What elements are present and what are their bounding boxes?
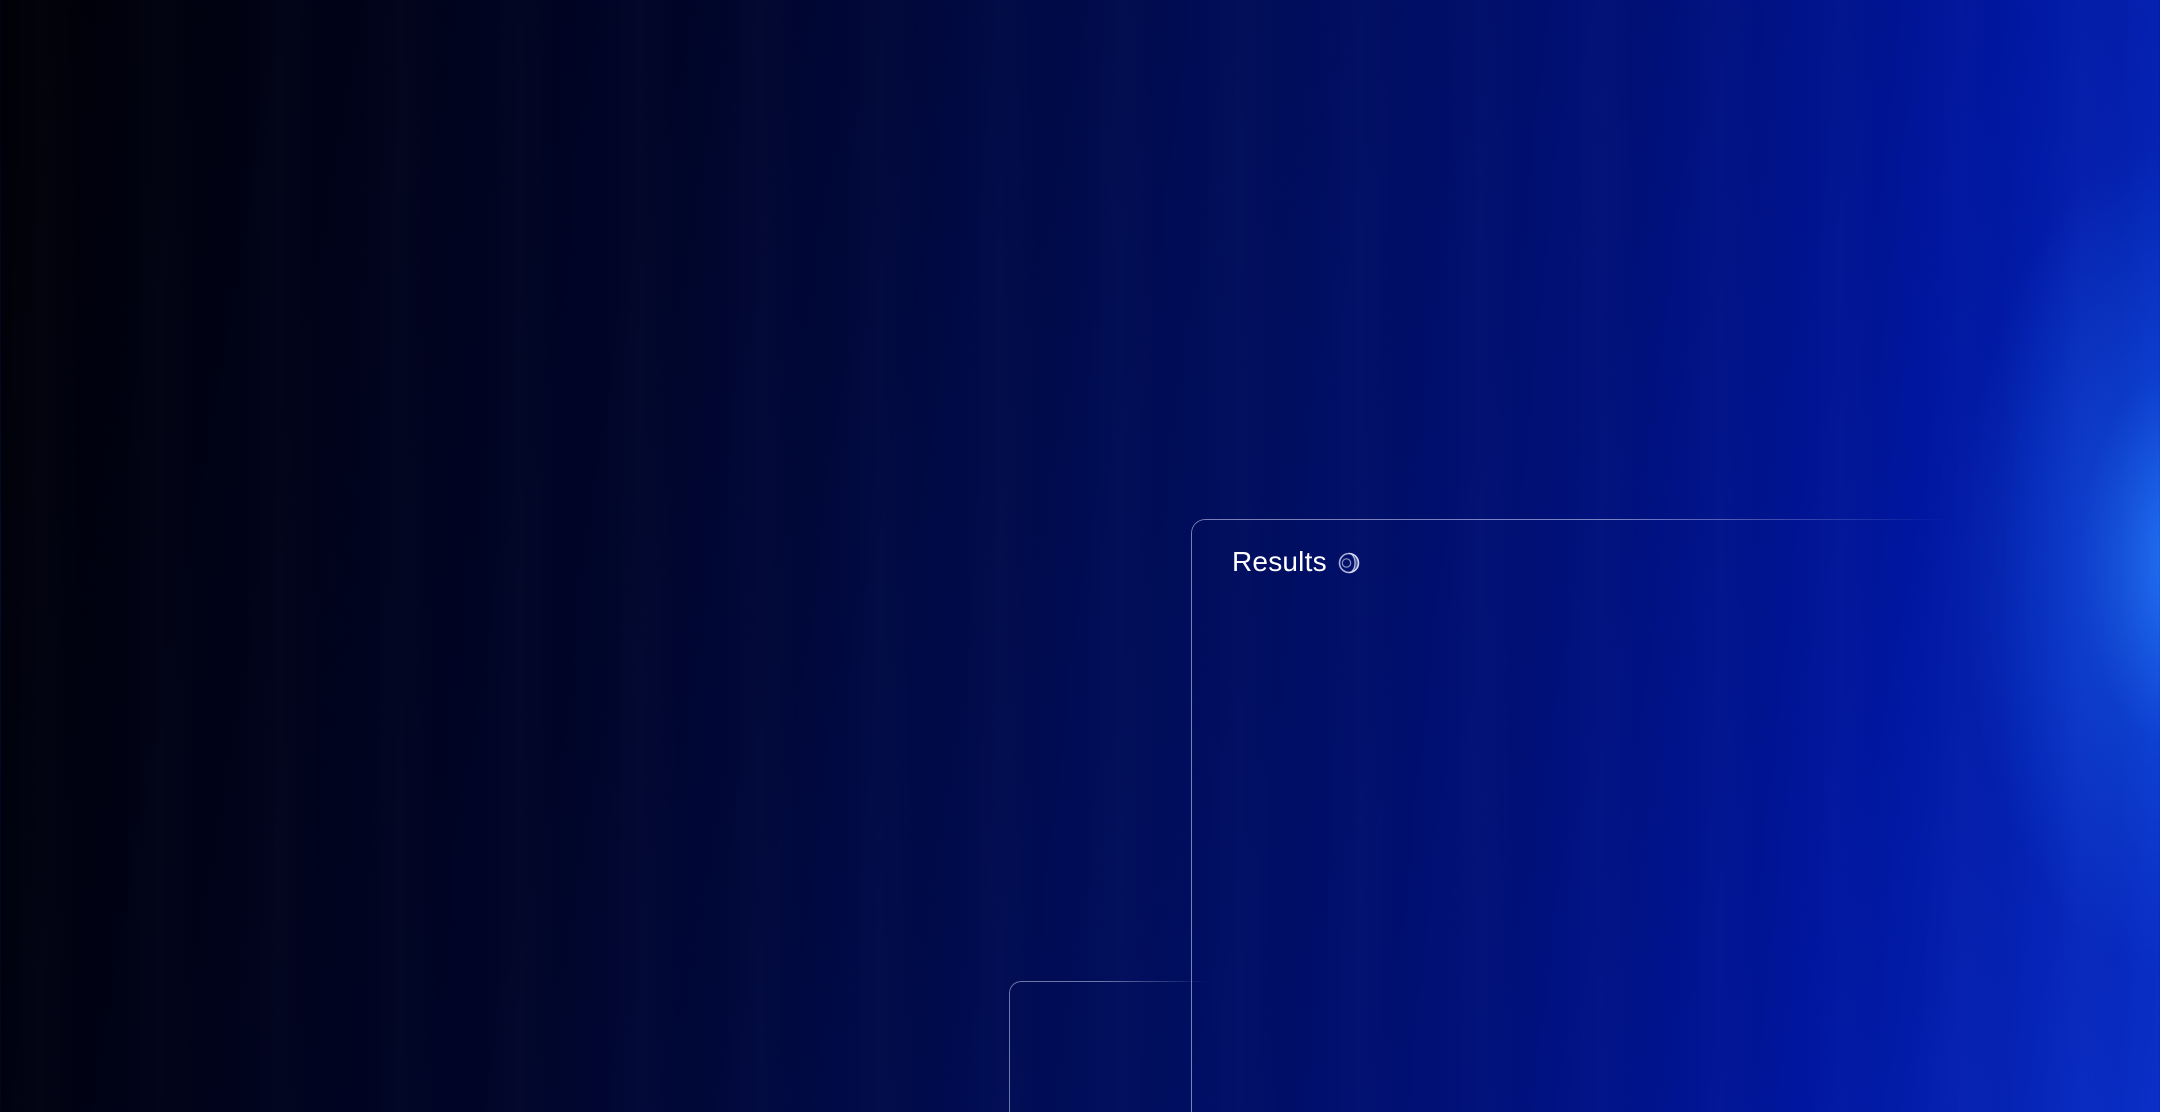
loading-spinner-icon xyxy=(1337,551,1361,575)
results-panel-header: Results xyxy=(1232,546,1361,578)
background-stage: Results xyxy=(0,0,2160,1112)
results-panel xyxy=(1191,519,1952,1112)
results-title: Results xyxy=(1232,546,1327,577)
secondary-panel xyxy=(1009,981,1210,1112)
